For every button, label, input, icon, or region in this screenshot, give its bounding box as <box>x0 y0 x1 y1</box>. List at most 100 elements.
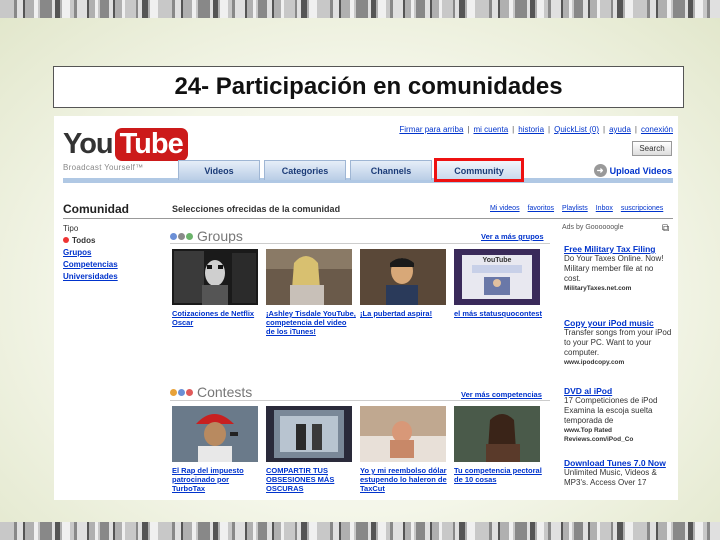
type-filters: Tipo Todos Grupos Competencias Universid… <box>63 224 118 283</box>
account-links: Mi videos favoritos Playlists Inbox susc… <box>490 205 663 212</box>
decorative-stripe <box>283 522 295 540</box>
group-thumbnail-1[interactable] <box>172 249 258 305</box>
group-thumbnail-2[interactable] <box>266 249 352 305</box>
my-account-link[interactable]: mi cuenta <box>473 125 508 134</box>
contest-thumbnail-2[interactable] <box>266 406 352 462</box>
inbox-link[interactable]: Inbox <box>596 205 613 212</box>
slide-title-box: 24- Participación en comunidades <box>53 66 684 108</box>
filter-contests[interactable]: Competencias <box>63 259 118 271</box>
ad-url-2: www.ipodcopy.com <box>564 359 625 366</box>
decorative-stripe <box>466 0 475 18</box>
contest-thumbnail-3[interactable] <box>360 406 446 462</box>
contest-caption-2[interactable]: COMPARTIR TUS OBSESIONES MÁS OSCURAS <box>266 466 356 493</box>
tab-community[interactable]: Community <box>434 158 524 182</box>
upload-label: Upload Videos <box>609 165 672 176</box>
decorative-stripe <box>308 522 317 540</box>
more-groups-link[interactable]: Ver a más grupos <box>481 232 544 241</box>
subscriptions-link[interactable]: suscripciones <box>621 205 663 212</box>
ad-title-4[interactable]: Download Tunes 7.0 Now <box>564 458 672 468</box>
help-link[interactable]: ayuda <box>609 125 631 134</box>
decorative-stripe <box>24 0 34 18</box>
contest-caption-4[interactable]: Tu competencia pectoral de 10 cosas <box>454 466 544 484</box>
decorative-stripe <box>219 522 228 540</box>
decorative-stripe <box>183 0 193 18</box>
tab-categories[interactable]: Categories <box>264 160 346 180</box>
favorites-link[interactable]: favoritos <box>528 205 554 212</box>
decorative-stripe <box>551 522 562 540</box>
decorative-stripe <box>273 0 281 18</box>
link-sep: | <box>548 125 551 134</box>
group-caption-4[interactable]: el más statusquocontest <box>454 309 544 318</box>
decorative-stripe <box>158 0 173 18</box>
ad-desc-2: Transfer songs from your iPod to your PC… <box>564 328 672 357</box>
decorative-stripe <box>574 522 584 540</box>
decorative-stripe <box>115 0 123 18</box>
group-caption-3[interactable]: ¡La pubertad aspira! <box>360 309 450 318</box>
history-link[interactable]: historia <box>518 125 544 134</box>
upload-arrow-icon: ➜ <box>593 164 607 177</box>
upload-videos-link[interactable]: ➜ Upload Videos <box>593 164 672 177</box>
logo-tagline: Broadcast Yourself™ <box>63 163 144 172</box>
youtube-logo[interactable]: You Tube Broadcast Yourself™ <box>63 128 188 172</box>
decorative-stripe <box>378 522 387 540</box>
ad-title-3[interactable]: DVD al iPod <box>564 386 672 396</box>
decorative-stripe <box>551 0 562 18</box>
quicklist-link[interactable]: QuickList (0) <box>554 125 599 134</box>
filter-universities[interactable]: Universidades <box>63 271 118 283</box>
playlists-link[interactable]: Playlists <box>562 205 588 212</box>
more-contests-link[interactable]: Ver más competencias <box>461 390 542 399</box>
ad-title-2[interactable]: Copy your iPod music <box>564 318 672 328</box>
decorative-stripe <box>709 0 720 18</box>
filter-all[interactable]: Todos <box>63 235 118 247</box>
group-caption-1[interactable]: Cotizaciones de Netflix Oscar <box>172 309 262 327</box>
link-sep: | <box>603 125 606 134</box>
ad-desc-4: Unlimited Music, Videos & MP3's. Access … <box>564 468 657 487</box>
decorative-stripe <box>633 0 647 18</box>
decorative-stripe <box>600 0 612 18</box>
decorative-stripe <box>625 0 634 18</box>
community-subtitle: Selecciones ofrecidas de la comunidad <box>172 204 341 214</box>
search-button[interactable]: Search <box>632 141 672 156</box>
decorative-stripe <box>99 522 109 540</box>
contests-heading-text: Contests <box>197 384 253 400</box>
contest-caption-1[interactable]: El Rap del impuesto patrocinado por Turb… <box>172 466 262 493</box>
decorative-stripe <box>115 522 123 540</box>
decorative-stripe <box>61 0 70 18</box>
decorative-stripe <box>39 522 52 540</box>
decorative-stripe <box>198 522 211 540</box>
group-caption-2[interactable]: ¡Ashley Tisdale YouTube, competencia del… <box>266 309 356 336</box>
contests-divider <box>170 400 550 401</box>
contest-thumbnail-4[interactable] <box>454 406 540 462</box>
link-sep: | <box>634 125 637 134</box>
decorative-stripe <box>308 0 317 18</box>
my-videos-link[interactable]: Mi videos <box>490 205 520 212</box>
link-sep: | <box>467 125 470 134</box>
decorative-stripe <box>536 522 545 540</box>
ad-title-1[interactable]: Free Military Tax Filing <box>564 244 672 254</box>
contests-icon <box>170 388 193 396</box>
filter-groups[interactable]: Grupos <box>63 247 118 259</box>
ad-info-icon[interactable]: ⧉ <box>662 223 669 234</box>
decorative-stripe <box>341 0 351 18</box>
decorative-stripe <box>514 0 527 18</box>
decorative-stripe <box>183 522 193 540</box>
decorative-stripe <box>219 0 228 18</box>
decorative-stripe <box>590 522 598 540</box>
decorative-stripe <box>694 522 703 540</box>
decorative-stripe <box>125 522 137 540</box>
decorative-stripe <box>61 522 70 540</box>
group-thumbnail-3[interactable] <box>360 249 446 305</box>
login-link[interactable]: conexión <box>641 125 673 134</box>
decorative-stripe <box>150 0 159 18</box>
decorative-stripe <box>474 522 489 540</box>
contest-thumbnail-1[interactable] <box>172 406 258 462</box>
decorative-stripe <box>0 0 14 18</box>
signup-link[interactable]: Firmar para arriba <box>399 125 463 134</box>
decorative-stripe <box>273 522 281 540</box>
decorative-stripe <box>633 522 647 540</box>
decorative-stripe <box>441 0 453 18</box>
group-thumbnail-4[interactable]: YouTube <box>454 249 540 305</box>
contest-caption-3[interactable]: Yo y mi reembolso dólar estupendo lo hal… <box>360 466 450 493</box>
tab-videos[interactable]: Videos <box>178 160 260 180</box>
tab-channels[interactable]: Channels <box>350 160 432 180</box>
